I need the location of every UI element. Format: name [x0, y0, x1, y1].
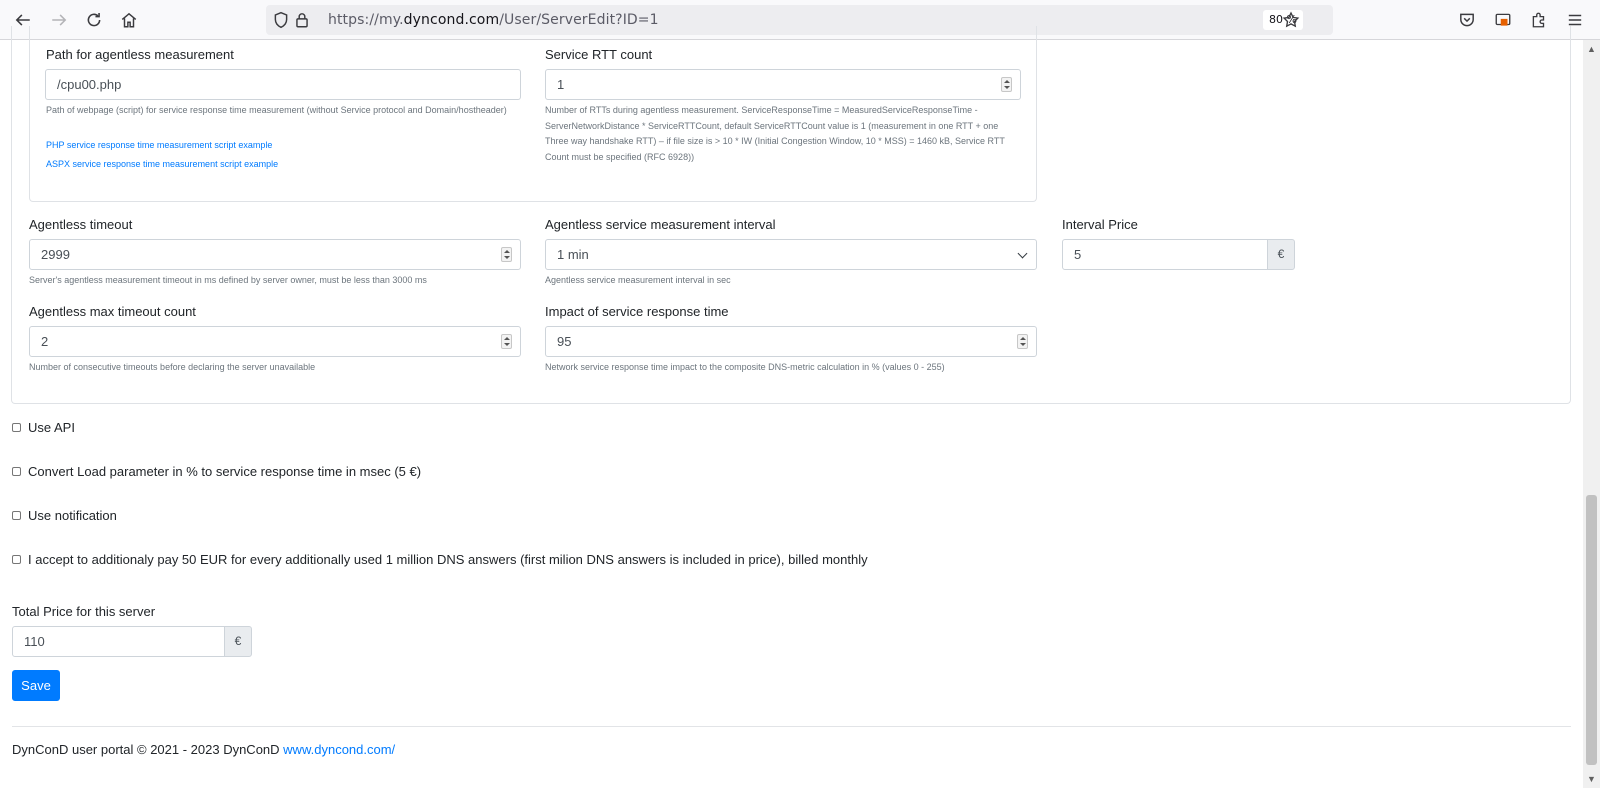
max-timeout-value: 2	[41, 334, 49, 349]
interval-price-currency: €	[1267, 239, 1295, 270]
interval-price-label: Interval Price	[1062, 217, 1138, 232]
impact-value: 95	[557, 334, 572, 349]
interval-price-input[interactable]: 5	[1062, 239, 1268, 270]
convert-load-checkbox[interactable]	[12, 467, 21, 476]
footer: DynConD user portal © 2021 - 2023 DynCon…	[12, 742, 395, 757]
chevron-down-icon	[1017, 248, 1028, 259]
convert-load-label: Convert Load parameter in % to service r…	[28, 464, 422, 479]
use-notification-checkbox[interactable]	[12, 511, 21, 520]
rtt-input[interactable]: 1	[545, 69, 1021, 100]
use-notification-label: Use notification	[28, 508, 117, 523]
php-example-link[interactable]: PHP service response time measurement sc…	[46, 140, 272, 150]
convert-load-row[interactable]: Convert Load parameter in % to service r…	[12, 464, 421, 479]
footer-text: DynConD user portal © 2021 - 2023 DynCon…	[12, 742, 284, 757]
use-api-label: Use API	[28, 420, 75, 435]
impact-label: Impact of service response time	[545, 304, 729, 319]
interval-select[interactable]: 1 min	[545, 239, 1037, 270]
max-timeout-label: Agentless max timeout count	[29, 304, 196, 319]
footer-link[interactable]: www.dyncond.com/	[283, 742, 395, 757]
interval-label: Agentless service measurement interval	[545, 217, 776, 232]
scroll-up-arrow-icon[interactable]: ▲	[1586, 44, 1597, 54]
rtt-value: 1	[557, 77, 565, 92]
impact-input[interactable]: 95	[545, 326, 1037, 357]
accept-dns-pay-row[interactable]: I accept to additionaly pay 50 EUR for e…	[12, 552, 868, 567]
total-price-currency: €	[224, 626, 252, 657]
footer-divider	[12, 726, 1571, 727]
use-notification-row[interactable]: Use notification	[12, 508, 117, 523]
rtt-label: Service RTT count	[545, 47, 653, 62]
total-price-label: Total Price for this server	[12, 604, 156, 619]
scroll-down-arrow-icon[interactable]: ▼	[1586, 774, 1597, 784]
use-api-row[interactable]: Use API	[12, 420, 75, 435]
accept-dns-pay-label: I accept to additionaly pay 50 EUR for e…	[28, 552, 868, 567]
accept-dns-pay-checkbox[interactable]	[12, 555, 21, 564]
page-scrollbar[interactable]: ▲ ▼	[1583, 40, 1600, 788]
interval-value: 1 min	[557, 247, 589, 262]
max-timeout-spinner[interactable]	[501, 334, 512, 349]
total-price-input[interactable]: 110	[12, 626, 225, 657]
save-button[interactable]: Save	[12, 670, 60, 701]
rtt-spinner[interactable]	[1001, 77, 1012, 92]
path-input[interactable]: /cpu00.php	[45, 69, 521, 100]
timeout-label: Agentless timeout	[29, 217, 133, 232]
interval-help: Agentless service measurement interval i…	[545, 275, 731, 285]
timeout-help: Server's agentless measurement timeout i…	[29, 275, 427, 285]
timeout-spinner[interactable]	[501, 247, 512, 262]
timeout-input[interactable]: 2999	[29, 239, 521, 270]
scroll-thumb[interactable]	[1586, 495, 1597, 765]
timeout-value: 2999	[41, 247, 70, 262]
path-help: Path of webpage (script) for service res…	[46, 105, 507, 115]
impact-help: Network service response time impact to …	[545, 362, 945, 372]
max-timeout-help: Number of consecutive timeouts before de…	[29, 362, 316, 372]
use-api-checkbox[interactable]	[12, 423, 21, 432]
impact-spinner[interactable]	[1017, 334, 1028, 349]
max-timeout-input[interactable]: 2	[29, 326, 521, 357]
aspx-example-link[interactable]: ASPX service response time measurement s…	[46, 159, 278, 169]
path-label: Path for agentless measurement	[46, 47, 234, 62]
rtt-help: Number of RTTs during agentless measurem…	[545, 105, 1005, 162]
